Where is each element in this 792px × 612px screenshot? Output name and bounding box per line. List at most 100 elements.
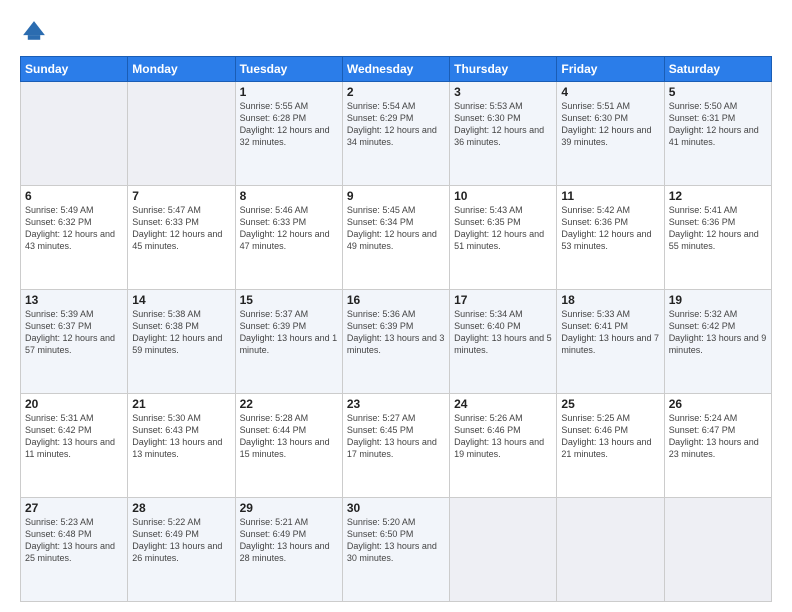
day-info: Sunrise: 5:51 AM Sunset: 6:30 PM Dayligh… [561,100,659,149]
day-info: Sunrise: 5:53 AM Sunset: 6:30 PM Dayligh… [454,100,552,149]
day-info: Sunrise: 5:32 AM Sunset: 6:42 PM Dayligh… [669,308,767,357]
calendar-cell: 8Sunrise: 5:46 AM Sunset: 6:33 PM Daylig… [235,186,342,290]
day-info: Sunrise: 5:34 AM Sunset: 6:40 PM Dayligh… [454,308,552,357]
calendar-cell [450,498,557,602]
calendar-cell: 16Sunrise: 5:36 AM Sunset: 6:39 PM Dayli… [342,290,449,394]
calendar-week-row: 1Sunrise: 5:55 AM Sunset: 6:28 PM Daylig… [21,82,772,186]
calendar-cell: 20Sunrise: 5:31 AM Sunset: 6:42 PM Dayli… [21,394,128,498]
calendar-cell: 15Sunrise: 5:37 AM Sunset: 6:39 PM Dayli… [235,290,342,394]
day-info: Sunrise: 5:46 AM Sunset: 6:33 PM Dayligh… [240,204,338,253]
day-number: 21 [132,397,230,411]
weekday-thursday: Thursday [450,57,557,82]
calendar-cell: 14Sunrise: 5:38 AM Sunset: 6:38 PM Dayli… [128,290,235,394]
calendar-cell: 12Sunrise: 5:41 AM Sunset: 6:36 PM Dayli… [664,186,771,290]
logo-icon [20,18,48,46]
day-info: Sunrise: 5:43 AM Sunset: 6:35 PM Dayligh… [454,204,552,253]
day-number: 30 [347,501,445,515]
calendar-cell: 6Sunrise: 5:49 AM Sunset: 6:32 PM Daylig… [21,186,128,290]
weekday-monday: Monday [128,57,235,82]
day-number: 16 [347,293,445,307]
day-number: 2 [347,85,445,99]
header [20,18,772,46]
calendar-cell [557,498,664,602]
calendar-cell: 29Sunrise: 5:21 AM Sunset: 6:49 PM Dayli… [235,498,342,602]
calendar-cell [21,82,128,186]
day-number: 18 [561,293,659,307]
day-number: 28 [132,501,230,515]
day-info: Sunrise: 5:45 AM Sunset: 6:34 PM Dayligh… [347,204,445,253]
logo [20,18,52,46]
calendar-cell: 10Sunrise: 5:43 AM Sunset: 6:35 PM Dayli… [450,186,557,290]
day-number: 20 [25,397,123,411]
day-info: Sunrise: 5:38 AM Sunset: 6:38 PM Dayligh… [132,308,230,357]
calendar-week-row: 27Sunrise: 5:23 AM Sunset: 6:48 PM Dayli… [21,498,772,602]
day-info: Sunrise: 5:24 AM Sunset: 6:47 PM Dayligh… [669,412,767,461]
calendar-cell: 4Sunrise: 5:51 AM Sunset: 6:30 PM Daylig… [557,82,664,186]
calendar-cell: 23Sunrise: 5:27 AM Sunset: 6:45 PM Dayli… [342,394,449,498]
day-number: 25 [561,397,659,411]
day-info: Sunrise: 5:47 AM Sunset: 6:33 PM Dayligh… [132,204,230,253]
day-number: 7 [132,189,230,203]
day-number: 23 [347,397,445,411]
day-info: Sunrise: 5:27 AM Sunset: 6:45 PM Dayligh… [347,412,445,461]
calendar-cell: 18Sunrise: 5:33 AM Sunset: 6:41 PM Dayli… [557,290,664,394]
calendar-cell: 3Sunrise: 5:53 AM Sunset: 6:30 PM Daylig… [450,82,557,186]
calendar-cell: 2Sunrise: 5:54 AM Sunset: 6:29 PM Daylig… [342,82,449,186]
calendar-cell: 28Sunrise: 5:22 AM Sunset: 6:49 PM Dayli… [128,498,235,602]
calendar-cell [128,82,235,186]
day-info: Sunrise: 5:54 AM Sunset: 6:29 PM Dayligh… [347,100,445,149]
day-number: 15 [240,293,338,307]
calendar-cell: 9Sunrise: 5:45 AM Sunset: 6:34 PM Daylig… [342,186,449,290]
calendar-table: SundayMondayTuesdayWednesdayThursdayFrid… [20,56,772,602]
day-number: 17 [454,293,552,307]
day-number: 8 [240,189,338,203]
day-info: Sunrise: 5:55 AM Sunset: 6:28 PM Dayligh… [240,100,338,149]
day-info: Sunrise: 5:36 AM Sunset: 6:39 PM Dayligh… [347,308,445,357]
day-info: Sunrise: 5:42 AM Sunset: 6:36 PM Dayligh… [561,204,659,253]
calendar-cell: 11Sunrise: 5:42 AM Sunset: 6:36 PM Dayli… [557,186,664,290]
day-info: Sunrise: 5:20 AM Sunset: 6:50 PM Dayligh… [347,516,445,565]
day-number: 11 [561,189,659,203]
calendar-cell: 25Sunrise: 5:25 AM Sunset: 6:46 PM Dayli… [557,394,664,498]
day-number: 27 [25,501,123,515]
weekday-wednesday: Wednesday [342,57,449,82]
calendar-cell: 30Sunrise: 5:20 AM Sunset: 6:50 PM Dayli… [342,498,449,602]
calendar-cell: 13Sunrise: 5:39 AM Sunset: 6:37 PM Dayli… [21,290,128,394]
day-number: 29 [240,501,338,515]
day-number: 1 [240,85,338,99]
day-number: 22 [240,397,338,411]
weekday-header-row: SundayMondayTuesdayWednesdayThursdayFrid… [21,57,772,82]
calendar-cell: 22Sunrise: 5:28 AM Sunset: 6:44 PM Dayli… [235,394,342,498]
day-info: Sunrise: 5:30 AM Sunset: 6:43 PM Dayligh… [132,412,230,461]
day-info: Sunrise: 5:41 AM Sunset: 6:36 PM Dayligh… [669,204,767,253]
day-info: Sunrise: 5:25 AM Sunset: 6:46 PM Dayligh… [561,412,659,461]
calendar-week-row: 13Sunrise: 5:39 AM Sunset: 6:37 PM Dayli… [21,290,772,394]
calendar-cell: 7Sunrise: 5:47 AM Sunset: 6:33 PM Daylig… [128,186,235,290]
day-number: 5 [669,85,767,99]
calendar-cell: 1Sunrise: 5:55 AM Sunset: 6:28 PM Daylig… [235,82,342,186]
day-info: Sunrise: 5:22 AM Sunset: 6:49 PM Dayligh… [132,516,230,565]
day-number: 19 [669,293,767,307]
day-info: Sunrise: 5:49 AM Sunset: 6:32 PM Dayligh… [25,204,123,253]
calendar-cell: 17Sunrise: 5:34 AM Sunset: 6:40 PM Dayli… [450,290,557,394]
day-number: 3 [454,85,552,99]
day-info: Sunrise: 5:39 AM Sunset: 6:37 PM Dayligh… [25,308,123,357]
day-info: Sunrise: 5:31 AM Sunset: 6:42 PM Dayligh… [25,412,123,461]
day-info: Sunrise: 5:23 AM Sunset: 6:48 PM Dayligh… [25,516,123,565]
calendar-cell: 21Sunrise: 5:30 AM Sunset: 6:43 PM Dayli… [128,394,235,498]
day-number: 10 [454,189,552,203]
day-info: Sunrise: 5:50 AM Sunset: 6:31 PM Dayligh… [669,100,767,149]
calendar-cell: 26Sunrise: 5:24 AM Sunset: 6:47 PM Dayli… [664,394,771,498]
day-number: 13 [25,293,123,307]
calendar-week-row: 6Sunrise: 5:49 AM Sunset: 6:32 PM Daylig… [21,186,772,290]
day-number: 4 [561,85,659,99]
weekday-sunday: Sunday [21,57,128,82]
calendar-cell [664,498,771,602]
day-number: 9 [347,189,445,203]
calendar-cell: 19Sunrise: 5:32 AM Sunset: 6:42 PM Dayli… [664,290,771,394]
calendar-cell: 27Sunrise: 5:23 AM Sunset: 6:48 PM Dayli… [21,498,128,602]
calendar-week-row: 20Sunrise: 5:31 AM Sunset: 6:42 PM Dayli… [21,394,772,498]
day-number: 26 [669,397,767,411]
day-info: Sunrise: 5:21 AM Sunset: 6:49 PM Dayligh… [240,516,338,565]
weekday-tuesday: Tuesday [235,57,342,82]
